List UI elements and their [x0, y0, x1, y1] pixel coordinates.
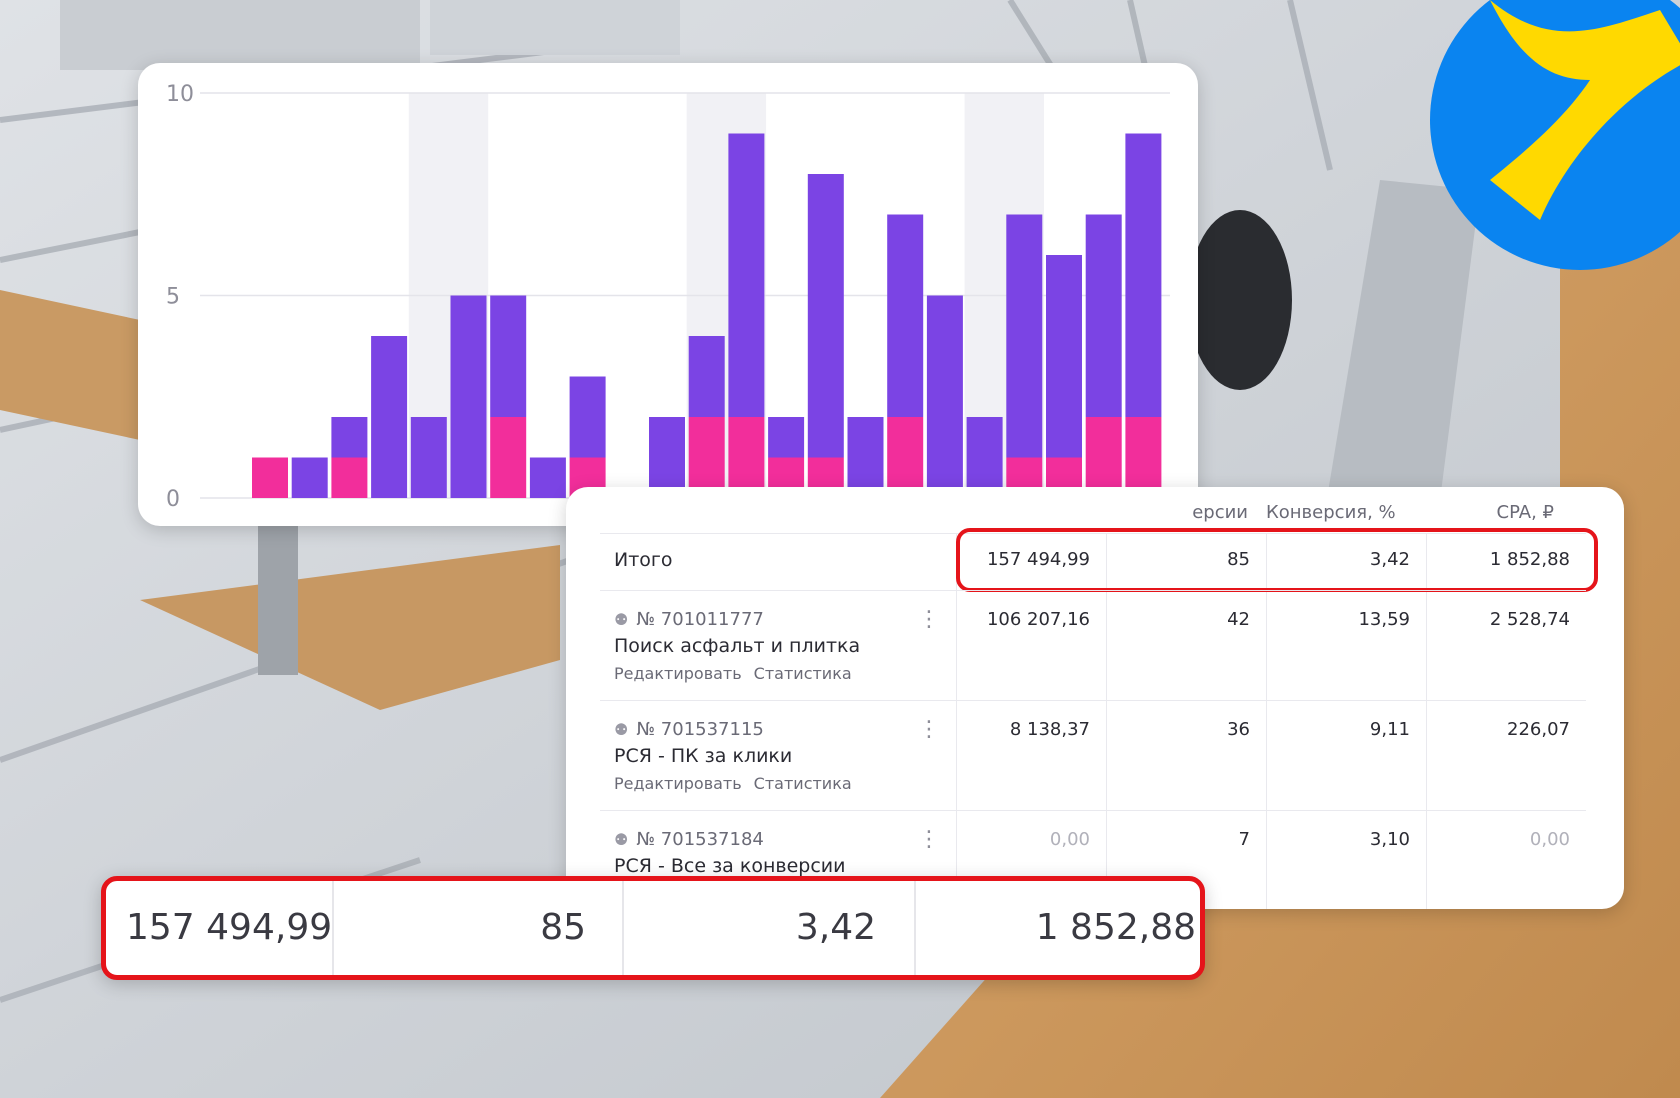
- bar-segment-purple: [768, 417, 805, 458]
- bar-segment-pink: [490, 417, 527, 498]
- y-tick-label: 5: [166, 285, 180, 310]
- bar-segment-purple: [1125, 133, 1162, 417]
- more-options-icon[interactable]: ⋮: [918, 829, 940, 851]
- cpa-cell: 226,07: [1507, 719, 1570, 740]
- campaign-id: ⚉ № 701011777: [614, 609, 764, 630]
- column-header-cpa[interactable]: CPA, ₽: [1406, 495, 1554, 531]
- conversions-cell: 42: [1227, 609, 1250, 630]
- conversions-cell: 36: [1227, 719, 1250, 740]
- bar-segment-purple: [966, 417, 1003, 498]
- conversions-bar-chart: 0 5 10: [166, 82, 1170, 512]
- cost-cell: 106 207,16: [986, 609, 1090, 630]
- campaign-stats-table: ерсии Конверсия, % CPA, ₽ Итого 157 494,…: [566, 487, 1624, 909]
- conversions-cell: 7: [1238, 829, 1250, 850]
- bar-segment-purple: [331, 417, 368, 458]
- campaign-type-icon: ⚉: [614, 610, 629, 629]
- bar-segment-pink: [688, 417, 725, 498]
- stats-link[interactable]: Статистика: [754, 664, 852, 683]
- bar-segment-purple: [649, 417, 685, 498]
- bar-segment-purple: [926, 295, 963, 498]
- bar-segment-purple: [410, 417, 447, 498]
- campaign-name[interactable]: РСЯ - Все за конверсии: [614, 855, 845, 877]
- bar-segment-purple: [371, 336, 408, 498]
- bar-segment-purple: [569, 376, 606, 458]
- cost-cell: 0,00: [1049, 829, 1090, 850]
- campaign-type-icon: ⚉: [614, 830, 629, 849]
- more-options-icon[interactable]: ⋮: [918, 719, 940, 741]
- cpa-cell: 0,00: [1529, 829, 1570, 850]
- conversion-rate-cell: 9,11: [1369, 719, 1410, 740]
- bar-segment-pink: [887, 417, 924, 498]
- bar-segment-purple: [847, 417, 884, 498]
- row-divider: [600, 810, 1586, 811]
- bar-segment-pink: [252, 457, 288, 498]
- bar-segment-purple: [1006, 214, 1043, 458]
- column-header-conversion-rate[interactable]: Конверсия, %: [1266, 495, 1396, 531]
- campaign-id: ⚉ № 701537115: [614, 719, 764, 740]
- y-tick-label: 0: [166, 487, 180, 512]
- zoom-divider: [622, 881, 624, 975]
- bar-segment-purple: [688, 336, 725, 417]
- conversion-rate-cell: 3,10: [1369, 829, 1410, 850]
- bar-segment-purple: [807, 174, 844, 458]
- campaign-id: ⚉ № 701537184: [614, 829, 764, 850]
- row-divider: [600, 700, 1586, 701]
- bar-segment-purple: [291, 457, 328, 498]
- row-divider: [600, 590, 1586, 591]
- bar-segment-purple: [728, 133, 765, 417]
- bar-segment-purple: [887, 214, 924, 417]
- stats-link[interactable]: Статистика: [754, 774, 852, 793]
- zoom-divider: [332, 881, 334, 975]
- bar-segment-pink: [1125, 417, 1162, 498]
- bar-segment-pink: [331, 457, 368, 498]
- y-tick-label: 10: [166, 82, 194, 107]
- cost-cell: 8 138,37: [1009, 719, 1090, 740]
- campaign-name[interactable]: РСЯ - ПК за клики: [614, 745, 792, 767]
- column-header-conversions[interactable]: ерсии: [1146, 495, 1248, 531]
- edit-link[interactable]: Редактировать: [614, 774, 742, 793]
- total-label: Итого: [614, 549, 673, 571]
- bar-segment-purple: [529, 457, 566, 498]
- zoom-total-conversions: 85: [540, 907, 586, 948]
- yandex-direct-logo-icon: [1430, 0, 1680, 270]
- bar-segment-purple: [490, 295, 527, 417]
- bar-segment-purple: [1046, 255, 1082, 458]
- more-options-icon[interactable]: ⋮: [918, 609, 940, 631]
- zoom-total-cpa: 1 852,88: [1035, 907, 1196, 948]
- edit-link[interactable]: Редактировать: [614, 664, 742, 683]
- totals-zoom-callout: 157 494,99 85 3,42 1 852,88: [101, 876, 1205, 980]
- campaign-name[interactable]: Поиск асфальт и плитка: [614, 635, 860, 657]
- bar-segment-pink: [728, 417, 765, 498]
- bar-segment-purple: [1085, 214, 1122, 417]
- zoom-total-conversion-rate: 3,42: [795, 907, 876, 948]
- zoom-total-cost: 157 494,99: [126, 907, 333, 948]
- bar-segment-pink: [1085, 417, 1122, 498]
- campaign-type-icon: ⚉: [614, 720, 629, 739]
- conversion-rate-cell: 13,59: [1358, 609, 1410, 630]
- cpa-cell: 2 528,74: [1489, 609, 1570, 630]
- total-row-highlight: [956, 528, 1598, 592]
- bar-segment-purple: [450, 295, 487, 498]
- conversions-chart-card: 0 5 10: [138, 63, 1198, 526]
